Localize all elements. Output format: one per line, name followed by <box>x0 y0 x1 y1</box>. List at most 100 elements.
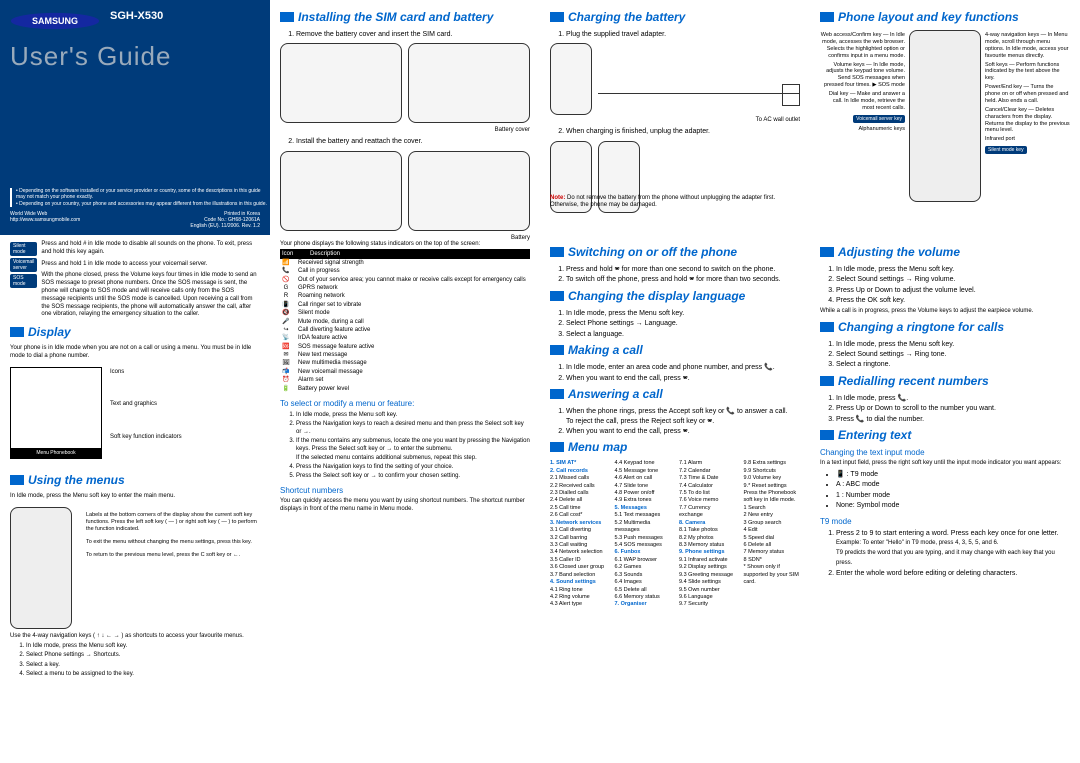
caption-ac: To AC wall outlet <box>550 117 800 125</box>
ring-3: Select a ringtone. <box>836 360 1070 369</box>
menu-label-1: Labels at the bottom corners of the disp… <box>86 512 260 533</box>
redial-1: In Idle mode, press 📞. <box>836 394 1070 403</box>
col-desc: Description <box>310 251 340 257</box>
icon-row: ✉New text message <box>280 351 530 359</box>
menu-map-item: 8. Camera <box>679 520 736 527</box>
label-power-key: Power/End key — Turns the phone on or of… <box>985 84 1070 105</box>
shortcut-text: You can quickly access the menu you want… <box>280 498 530 514</box>
label-dial-key: Dial key — Make and answer a call. In Id… <box>820 91 905 112</box>
banner-footer: World Wide Webhttp://www.samsungmobile.c… <box>10 211 260 229</box>
menu-map-item: 4. Sound settings <box>550 579 607 586</box>
menu-map-item: 4.9 Extra tones <box>615 497 672 504</box>
unplug-diagram <box>550 141 800 191</box>
menu-map-item: 4 Edit <box>744 527 801 534</box>
menu-map-item: 2.1 Missed calls <box>550 475 607 482</box>
charger-diagram <box>550 43 800 113</box>
menu-map-item: 9.8 Extra settings <box>744 460 801 467</box>
menu-map-item: 3.5 Caller ID <box>550 557 607 564</box>
charging-section: Charging the battery Plug the supplied t… <box>540 0 810 235</box>
map-heading: Menu map <box>550 440 800 454</box>
nav-step-2: Select Phone settings → Shortcuts. <box>26 651 260 659</box>
display-diagram <box>10 367 102 459</box>
menu-map-item: 6.3 Sounds <box>615 572 672 579</box>
menu-map-item: 5 Speed dial <box>744 535 801 542</box>
menu-map-item: 4.5 Message tone <box>615 468 672 475</box>
input-mode-heading: Changing the text input mode <box>820 448 1070 457</box>
menu-map-item: 9.4 Slide settings <box>679 579 736 586</box>
display-intro: Your phone is in Idle mode when you are … <box>10 345 260 361</box>
menu-map-item: 7.6 Voice memo <box>679 497 736 504</box>
menu-map-item: 9.* Reset settings <box>744 483 801 490</box>
label-soft-keys: Soft keys — Perform functions indicated … <box>985 62 1070 83</box>
icon-row: 📬New voicemail message <box>280 368 530 376</box>
icon-row: 🆘SOS message feature active <box>280 343 530 351</box>
label-voicemail-key: Voicemail server key <box>853 115 905 123</box>
menu-map-item: 6. Funbox <box>615 549 672 556</box>
menu-map-item: 3.3 Call waiting <box>550 542 607 549</box>
display-labels: Icons Text and graphics Soft key functio… <box>110 367 182 443</box>
silent-badge: Silent mode <box>10 242 37 256</box>
menu-label-3: To return to the previous menu level, pr… <box>86 552 260 559</box>
menu-map-item: 4.7 Slide tone <box>615 483 672 490</box>
menu-map-item: 4.8 Power on/off <box>615 490 672 497</box>
t9-2: Enter the whole word before editing or d… <box>836 569 1070 578</box>
menu-map-item: 8.3 Memory status <box>679 542 736 549</box>
install-section: Installing the SIM card and battery Remo… <box>270 0 540 235</box>
disclaimer-1: • Depending on the software installed or… <box>16 188 270 201</box>
menu-map-item: 3. Network services <box>550 520 607 527</box>
select-heading: To select or modify a menu or feature: <box>280 399 530 408</box>
icon-row: 📞Call in progress <box>280 267 530 275</box>
menu-map-list: 1. SIM AT*2. Call records2.1 Missed call… <box>550 460 800 608</box>
layout-left-labels: Web access/Confirm key — In Idle mode, a… <box>820 30 905 202</box>
lang-heading: Changing the display language <box>550 289 800 303</box>
menu-map-item: 6.6 Memory status <box>615 594 672 601</box>
layout-right-labels: 4-way navigation keys — In Menu mode, sc… <box>985 30 1070 202</box>
vol-4: Press the OK soft key. <box>836 296 1070 305</box>
ringtone-heading: Changing a ringtone for calls <box>820 320 1070 334</box>
charging-step-1: Plug the supplied travel adapter. <box>566 30 800 39</box>
nav-step-1: In Idle mode, press the Menu soft key. <box>26 642 260 650</box>
menu-map-item: 7 Memory status <box>744 549 801 556</box>
menu-map-item: Press the Phonebook soft key in Idle mod… <box>744 490 801 505</box>
redial-2: Press Up or Down to scroll to the number… <box>836 404 1070 413</box>
menu-map-item: 9. Phone settings <box>679 549 736 556</box>
nav-shortcut-intro: Use the 4-way navigation keys ( ↑ ↓ ← → … <box>10 633 260 641</box>
menu-map-item: 9.3 Greeting message <box>679 572 736 579</box>
menu-map-item: 8.2 My photos <box>679 535 736 542</box>
menu-map-item: 2. Call records <box>550 468 607 475</box>
note-text: Do not remove the battery from the phone… <box>550 195 775 209</box>
layout-section: Phone layout and key functions Web acces… <box>810 0 1080 235</box>
icon-row: 📳Call ringer set to vibrate <box>280 301 530 309</box>
menu-map-item: 8.1 Take photos <box>679 527 736 534</box>
mode-t9: 📱 : T9 mode <box>836 470 1070 479</box>
revision: English (EU). 11/2006. Rev. 1.2 <box>190 223 260 229</box>
entering-heading: Entering text <box>820 428 1070 442</box>
charging-heading: Charging the battery <box>550 10 800 24</box>
menu-map-item: 2.3 Dialled calls <box>550 490 607 497</box>
switch-heading: Switching on or off the phone <box>550 245 800 259</box>
menu-map-item: 8 SDN* <box>744 557 801 564</box>
sel-3b: If the selected menu contains additional… <box>296 455 477 461</box>
answer-heading: Answering a call <box>550 387 800 401</box>
menu-map-item: 6.1 WAP browser <box>615 557 672 564</box>
icon-row: 🎤Mute mode, during a call <box>280 318 530 326</box>
menu-map-item: 1 Search <box>744 505 801 512</box>
answer-1: When the phone rings, press the Accept s… <box>566 408 788 415</box>
display-heading: Display <box>10 325 260 339</box>
answer-1b: To reject the call, press the Reject sof… <box>566 418 714 425</box>
menu-map-item: 2 New entry <box>744 512 801 519</box>
menu-map-item: 4.6 Alert on call <box>615 475 672 482</box>
note-label: Note: <box>550 195 565 201</box>
phone-illustration <box>909 30 981 202</box>
icon-row: GGPRS network <box>280 284 530 292</box>
t9-1: Press 2 to 9 to start entering a word. P… <box>836 530 1059 537</box>
menu-map-item: 6 Delete all <box>744 542 801 549</box>
icon-row: 🔇Silent mode <box>280 309 530 317</box>
t9-note: T9 predicts the word that you are typing… <box>836 550 1055 566</box>
icon-row: ↪Call diverting feature active <box>280 326 530 334</box>
mode-symbol: None: Symbol mode <box>836 501 1070 510</box>
menu-map-item: 9.5 Own number <box>679 587 736 594</box>
menu-map-item: 7.3 Time & Date <box>679 475 736 482</box>
menu-map-item: 9.9 Shortcuts <box>744 468 801 475</box>
answer-2: When you want to end the call, press 🕿. <box>566 427 800 436</box>
